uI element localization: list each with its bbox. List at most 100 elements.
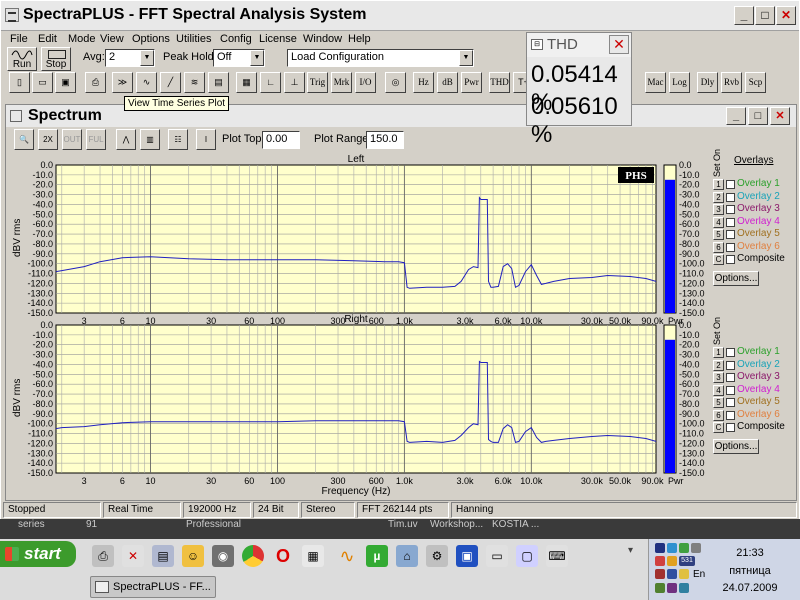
overlay-checkbox[interactable] [726, 373, 735, 382]
tray-icon-12[interactable] [679, 583, 689, 593]
generator-icon[interactable]: ◎ [385, 72, 406, 93]
bars-icon[interactable]: ▥ [140, 129, 160, 150]
close-button[interactable]: ✕ [776, 6, 796, 25]
table-icon[interactable]: ☷ [168, 129, 188, 150]
overlay-set-button[interactable]: 5 [713, 397, 724, 408]
chevron-down-icon[interactable]: ▼ [250, 50, 264, 66]
overlay-checkbox[interactable] [726, 385, 735, 395]
zoom-in-icon[interactable]: 2X [38, 129, 58, 150]
menu-edit[interactable]: Edit [34, 31, 61, 47]
menu-window[interactable]: Window [299, 31, 346, 47]
speaker-icon[interactable]: ◉ [212, 545, 234, 567]
menu-mode[interactable]: Mode [64, 31, 100, 47]
trig-button[interactable]: Trig [307, 72, 328, 93]
overlay-set-button[interactable]: 4 [713, 384, 724, 396]
tray-icon-10[interactable] [655, 583, 665, 593]
overlay-checkbox[interactable] [726, 348, 735, 357]
zoom-full-icon[interactable]: FUL [86, 129, 106, 150]
plot-top-input[interactable]: 0.00 [262, 131, 300, 149]
options-button[interactable]: Options... [713, 271, 759, 286]
menu-config[interactable]: Config [216, 31, 256, 47]
menu-options[interactable]: Options [128, 31, 174, 47]
overlay-checkbox[interactable] [726, 230, 735, 239]
waveform-icon[interactable]: ∿ [336, 545, 358, 567]
tray-icon-7[interactable] [655, 569, 665, 579]
overlay-set-button[interactable]: C [713, 422, 724, 433]
printer-icon[interactable]: ⎙ [92, 545, 114, 567]
overlay-checkbox[interactable] [726, 242, 735, 252]
overlay-set-button[interactable]: 3 [713, 204, 724, 215]
desktop-label-1[interactable]: series [18, 519, 45, 530]
open-icon[interactable]: ▭ [32, 72, 53, 93]
overlay-checkbox[interactable] [726, 398, 735, 407]
log-button[interactable]: Log [669, 72, 690, 93]
desktop-label-4[interactable]: Tim.uv [388, 519, 418, 530]
delete-icon[interactable]: ✕ [122, 545, 144, 567]
utorrent-icon[interactable]: µ [366, 545, 388, 567]
tray-icon-3[interactable] [679, 543, 689, 553]
desktop-label-6[interactable]: KOSTIA ... [492, 519, 539, 530]
overlay-checkbox[interactable] [726, 205, 735, 214]
folder-icon[interactable]: ▭ [486, 545, 508, 567]
spectrogram-icon[interactable]: ▤ [208, 72, 229, 93]
overlay-set-button[interactable]: 5 [713, 229, 724, 240]
hz-button[interactable]: Hz [413, 72, 434, 93]
spectrum-maximize-button[interactable]: □ [748, 107, 768, 125]
axis-icon[interactable]: ∟ [260, 72, 281, 93]
overlay-checkbox[interactable] [726, 423, 735, 432]
user-icon[interactable]: ☺ [182, 545, 204, 567]
overlay-set-button[interactable]: 1 [713, 347, 724, 358]
overlay-set-button[interactable]: 2 [713, 191, 724, 203]
thd-close-button[interactable]: ✕ [609, 35, 629, 54]
fast-forward-icon[interactable]: ≫ [112, 72, 133, 93]
overlay-set-button[interactable]: 1 [713, 179, 724, 190]
menu-view[interactable]: View [96, 31, 128, 47]
tray-counter[interactable]: 531 [679, 556, 695, 566]
run-button[interactable]: Run [7, 47, 37, 71]
keyboard-icon[interactable]: ⌨ [546, 545, 568, 567]
menu-utilities[interactable]: Utilities [172, 31, 215, 47]
overlay-set-button[interactable]: 4 [713, 216, 724, 228]
db-button[interactable]: dB [437, 72, 458, 93]
spectrum-plots[interactable]: Left0.0-10.0-20.0-30.0-40.0-50.0-60.0-70… [6, 153, 706, 499]
plot-range-input[interactable]: 150.0 [366, 131, 404, 149]
zoom-icon[interactable]: 🔍 [14, 129, 34, 150]
tray-icon-8[interactable] [667, 569, 677, 579]
clock-time[interactable]: 21:33 [700, 547, 800, 559]
task-spectraplus[interactable]: SpectraPLUS - FF... [90, 576, 216, 598]
stop-button[interactable]: Stop [41, 47, 71, 71]
avg-select[interactable]: 2 ▼ [105, 49, 155, 67]
mac-button[interactable]: Mac [645, 72, 666, 93]
chevron-down-icon[interactable]: ▼ [459, 50, 473, 66]
tray-icon-11[interactable] [667, 583, 677, 593]
overlay-checkbox[interactable] [726, 410, 735, 420]
save-disk-icon[interactable]: ▣ [456, 545, 478, 567]
overlay-checkbox[interactable] [726, 217, 735, 227]
start-button[interactable]: start [0, 541, 76, 567]
rvb-button[interactable]: Rvb [721, 72, 742, 93]
network-icon[interactable]: ⌂ [396, 545, 418, 567]
app-icon[interactable] [5, 8, 19, 22]
overlay-set-button[interactable]: 3 [713, 372, 724, 383]
minimize-button[interactable]: _ [734, 6, 754, 25]
desktop-label-2[interactable]: 91 [86, 519, 97, 530]
zoom-out-icon[interactable]: OUT [62, 129, 82, 150]
tools-icon[interactable]: ⚙ [426, 545, 448, 567]
print-icon[interactable]: ⎙ [85, 72, 106, 93]
tray-icon-2[interactable] [667, 543, 677, 553]
new-icon[interactable]: ▯ [9, 72, 30, 93]
line-plot-icon[interactable]: ╱ [160, 72, 181, 93]
pwr-button[interactable]: Pwr [461, 72, 482, 93]
install-icon[interactable]: ▤ [152, 545, 174, 567]
spectrum-minimize-button[interactable]: _ [726, 107, 746, 125]
range-icon[interactable]: I [196, 129, 216, 150]
plot-area-0[interactable] [55, 164, 657, 314]
tray-icon-1[interactable] [655, 543, 665, 553]
desktop-label-3[interactable]: Professional [186, 519, 241, 530]
spectrum-close-button[interactable]: ✕ [770, 107, 790, 125]
overlay-set-button[interactable]: 2 [713, 359, 724, 371]
waterfall-icon[interactable]: ≋ [184, 72, 205, 93]
taskbar-handle-icon[interactable]: ▾ [628, 545, 633, 556]
chevron-down-icon[interactable]: ▼ [140, 50, 154, 66]
overlay-set-button[interactable]: C [713, 254, 724, 265]
